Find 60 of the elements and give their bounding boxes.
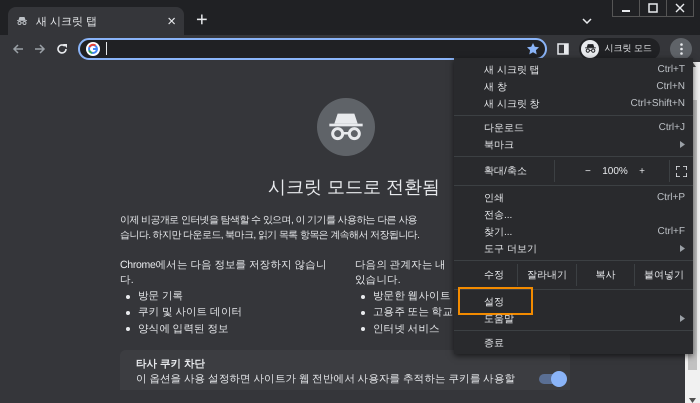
more-icon (680, 42, 682, 54)
menu-item[interactable]: 전송... (454, 206, 693, 223)
menu-item[interactable]: 북마크 (454, 136, 693, 153)
bullet-icon (361, 310, 365, 315)
chevron-down-icon[interactable] (582, 18, 592, 24)
list-item: 양식에 입력된 정보 (138, 322, 229, 336)
zoom-in-button[interactable]: + (639, 166, 645, 176)
profile-button[interactable]: 시크릿 모드 (579, 38, 660, 60)
column-heading: 다음의 관계자는 내 (355, 259, 446, 272)
zoom-label: 확대/축소 (483, 165, 528, 178)
bullet-icon (361, 294, 365, 299)
column-heading: 다. (120, 274, 134, 288)
google-icon (86, 42, 100, 56)
address-bar[interactable] (78, 38, 548, 60)
incognito-icon (584, 42, 597, 55)
forward-icon[interactable] (34, 42, 46, 54)
star-icon[interactable] (527, 42, 540, 54)
list-item: 방문한 웹사이트 (373, 290, 451, 304)
menu-item[interactable]: 종료 (454, 334, 693, 351)
new-tab-button[interactable]: + (190, 3, 214, 32)
page-title: 시크릿 모드로 전환됨 (268, 176, 440, 198)
back-icon[interactable] (12, 42, 24, 54)
edit-button[interactable]: 잘라내기 (517, 264, 576, 286)
edit-label: 수정 (483, 269, 505, 282)
bullet-icon (126, 294, 130, 299)
scroll-down-icon[interactable] (689, 398, 696, 403)
column-heading: 있습니다. (355, 274, 400, 288)
menu-item[interactable]: 도구 더보기 (454, 240, 693, 257)
intro-text: 이제 비공개로 인터넷을 탐색할 수 있으며, 이 기기를 사용하는 다른 사용 (120, 214, 418, 228)
menu-item[interactable]: 인쇄 Ctrl+P (454, 189, 693, 206)
fullscreen-icon[interactable] (676, 166, 687, 176)
list-item: 고용주 또는 학교 (373, 306, 454, 320)
tab-title: 새 시크릿 탭 (36, 14, 98, 28)
menu-item[interactable]: 다운로드 Ctrl+J (454, 119, 693, 136)
bullet-icon (361, 327, 365, 332)
list-item: 인터넷 서비스 (373, 322, 440, 336)
close-button[interactable]: × (167, 12, 176, 30)
intro-text: 습니다. 하지만 다운로드, 북마크, 읽기 목록 항목은 계속해서 저장됩니다. (120, 230, 420, 243)
zoom-out-button[interactable]: − (585, 166, 591, 176)
edit-button[interactable]: 붙여넣기 (634, 264, 694, 286)
edit-button[interactable]: 복사 (576, 264, 634, 286)
menu-item[interactable]: 찾기... Ctrl+F (454, 223, 693, 240)
menu-item[interactable]: 새 시크릿 탭 Ctrl+T (454, 61, 693, 78)
zoom-level: 100% (602, 166, 628, 176)
browser-tab[interactable]: 새 시크릿 탭 × (8, 7, 184, 35)
list-item: 방문 기록 (138, 290, 184, 304)
bullet-icon (126, 310, 130, 315)
incognito-icon (16, 15, 28, 27)
menu-button[interactable] (670, 38, 692, 60)
side-panel-icon[interactable] (557, 42, 570, 54)
menu-item[interactable]: 새 창 Ctrl+N (454, 78, 693, 95)
menu-item[interactable]: 새 시크릿 창 Ctrl+Shift+N (454, 95, 693, 112)
column-heading: Chrome에서는 다음 정보를 저장하지 않습니 (120, 259, 327, 272)
reload-icon[interactable] (56, 42, 68, 54)
bullet-icon (126, 327, 130, 332)
menu-item[interactable]: 도움말 (454, 310, 693, 327)
list-item: 쿠키 및 사이트 데이터 (138, 306, 242, 320)
menu-item[interactable]: 설정 (454, 293, 693, 310)
card-text: 이 옵션을 사용 설정하면 사이트가 웹 전반에서 사용자를 추적하는 쿠키를 사용할 (136, 372, 516, 386)
card-title: 타사 쿠키 차단 (136, 358, 206, 371)
